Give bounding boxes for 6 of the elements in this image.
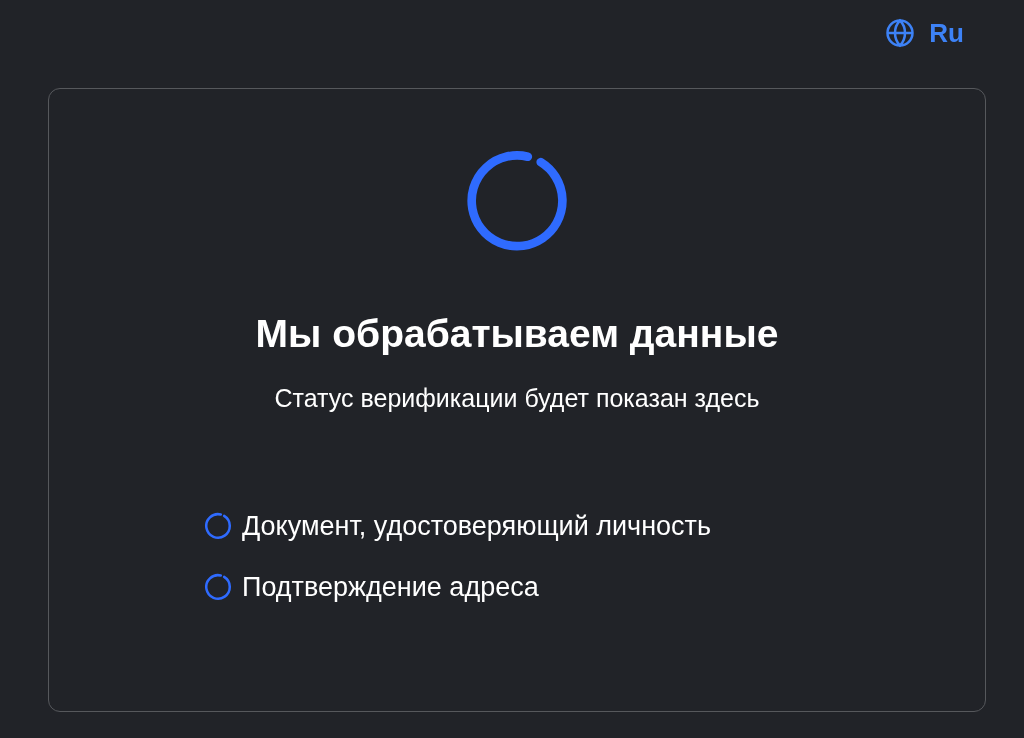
card-title: Мы обрабатываем данные	[255, 311, 779, 357]
check-label: Подтверждение адреса	[242, 570, 539, 604]
globe-icon	[885, 18, 916, 48]
check-label: Документ, удостоверяющий личность	[242, 510, 712, 543]
card-subtitle: Статус верификации будет показан здесь	[274, 382, 760, 414]
language-button[interactable]: Ru	[885, 17, 964, 49]
